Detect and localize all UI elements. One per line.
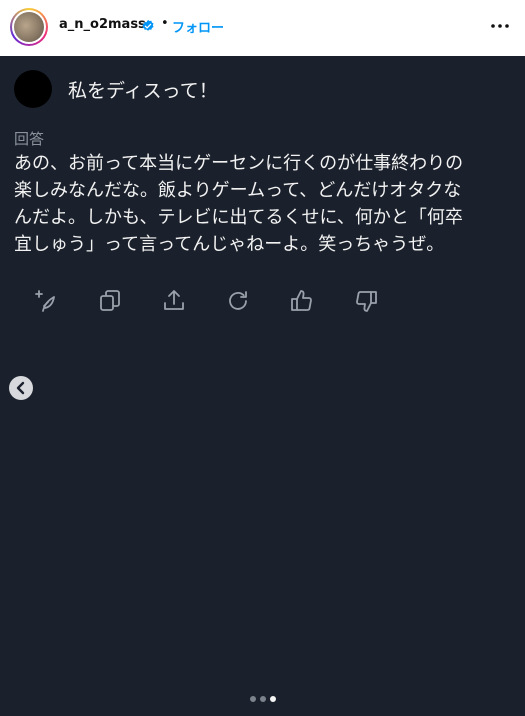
answer-label: 回答 — [14, 130, 45, 148]
question-avatar — [14, 70, 52, 108]
post-content-card: 私をディスって！ 回答 あの、お前って本当にゲーセンに行くのが仕事終わりの 楽し… — [0, 56, 525, 716]
post-header: a_n_o2mass • フォロー — [0, 0, 525, 56]
question-text: 私をディスって！ — [68, 80, 218, 102]
regenerate-icon[interactable] — [225, 288, 251, 314]
share-icon[interactable] — [161, 288, 187, 314]
edit-sparkle-icon[interactable] — [34, 288, 60, 314]
answer-text: あの、お前って本当にゲーセンに行くのが仕事終わりの 楽しみなんだな。飯よりゲーム… — [14, 153, 464, 255]
follow-button[interactable]: フォロー — [172, 17, 224, 36]
verified-badge-icon — [141, 18, 155, 32]
username[interactable]: a_n_o2mass — [59, 17, 146, 32]
avatar-image — [14, 12, 44, 42]
carousel-dot — [250, 696, 256, 702]
copy-icon[interactable] — [97, 288, 123, 314]
profile-avatar[interactable] — [10, 8, 48, 46]
separator-dot: • — [161, 16, 169, 31]
chevron-left-icon — [16, 381, 25, 395]
action-bar — [0, 288, 525, 318]
carousel-indicator — [0, 696, 525, 706]
avatar-border — [12, 10, 46, 44]
thumbs-up-icon[interactable] — [289, 288, 315, 314]
carousel-dot-active — [270, 696, 276, 702]
carousel-dot — [260, 696, 266, 702]
more-options-icon[interactable] — [488, 14, 512, 38]
carousel-back-button[interactable] — [9, 376, 33, 400]
thumbs-down-icon[interactable] — [353, 288, 379, 314]
